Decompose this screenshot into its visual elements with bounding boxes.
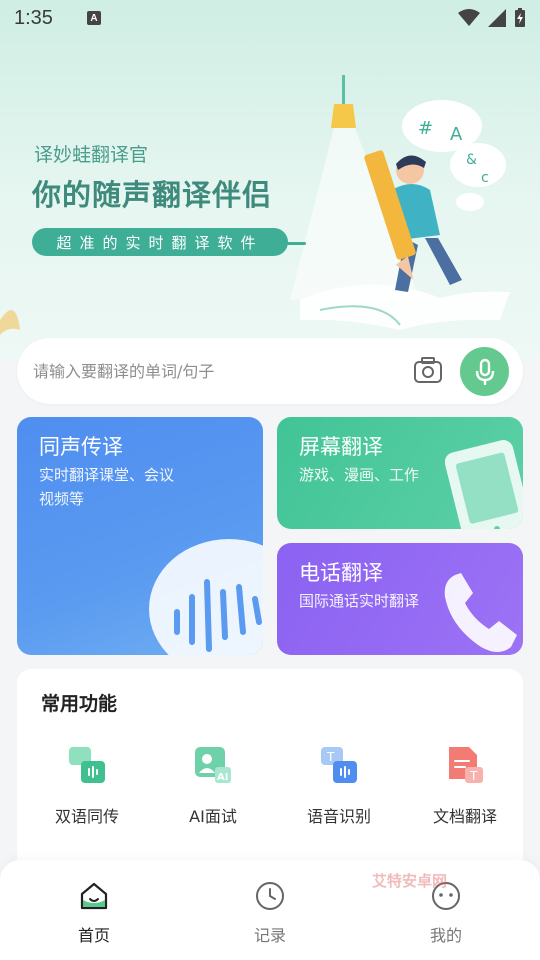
- voice-recognition-icon: T: [321, 747, 357, 783]
- nav-label: 我的: [429, 926, 462, 945]
- status-icons: [458, 8, 526, 28]
- wifi-icon: [458, 9, 480, 26]
- notification-badge: A: [86, 11, 101, 25]
- banner[interactable]: # A & c 译妙蛙翻译官 你的随声翻译伴侣 超准的实时翻译软件: [0, 0, 540, 360]
- function-label: 语音识别: [306, 807, 371, 826]
- banner-headline: 你的随声翻译伴侣: [32, 178, 273, 212]
- card-desc: 国际通话实时翻译: [299, 592, 420, 610]
- nav-label: 首页: [77, 926, 110, 945]
- battery-icon: [515, 8, 525, 27]
- svg-text:#: #: [418, 118, 433, 139]
- function-document-translate[interactable]: T 文档翻译: [405, 745, 525, 827]
- function-voice-recognition[interactable]: T 语音识别: [279, 745, 399, 827]
- tagline-decoration: [286, 242, 306, 245]
- function-label: AI面试: [189, 807, 237, 826]
- status-bar: 1:35 A: [0, 0, 540, 36]
- watermark-logo: 艾特安卓网: [372, 872, 448, 890]
- microphone-icon: [475, 358, 494, 385]
- phone-translation-card[interactable]: 电话翻译 国际通话实时翻译: [277, 543, 523, 655]
- ai-interview-icon: AI: [195, 747, 231, 783]
- svg-text:AI: AI: [217, 772, 228, 783]
- card-desc: 游戏、漫画、工作: [299, 466, 420, 484]
- camera-icon[interactable]: [413, 355, 443, 385]
- nav-records[interactable]: 记录: [220, 880, 320, 946]
- function-label: 文档翻译: [432, 807, 497, 826]
- simultaneous-interpretation-card[interactable]: 同声传译 实时翻译课堂、会议 视频等: [17, 417, 263, 655]
- function-ai-interview[interactable]: AI AI面试: [153, 745, 273, 827]
- svg-text:T: T: [326, 750, 335, 764]
- home-icon: [80, 882, 108, 910]
- records-icon: [256, 882, 284, 910]
- signal-icon: [488, 9, 506, 27]
- common-functions-heading: 常用功能: [41, 693, 118, 715]
- tablet-icon: [445, 440, 523, 529]
- card-desc-line1: 实时翻译课堂、会议: [39, 466, 175, 484]
- status-time: 1:35: [14, 6, 53, 29]
- card-title: 同声传译: [39, 435, 123, 459]
- function-bilingual[interactable]: 双语同传: [27, 745, 147, 827]
- banner-brand: 译妙蛙翻译官: [34, 144, 149, 166]
- card-desc-line2: 视频等: [39, 490, 85, 508]
- svg-text:T: T: [469, 769, 478, 783]
- search-bar[interactable]: [17, 338, 523, 404]
- card-title: 屏幕翻译: [299, 435, 383, 459]
- microphone-button[interactable]: [460, 347, 509, 396]
- bottom-navigation: 首页 记录 我的: [0, 860, 540, 960]
- svg-text:A: A: [450, 124, 463, 145]
- screen-translation-card[interactable]: 屏幕翻译 游戏、漫画、工作: [277, 417, 523, 529]
- soundwave-bubble-icon: [149, 539, 263, 655]
- nav-label: 记录: [253, 926, 286, 945]
- document-translate-icon: T: [449, 747, 483, 783]
- card-title: 电话翻译: [299, 561, 383, 585]
- phone-icon: [444, 573, 517, 652]
- bilingual-icon: [69, 747, 105, 783]
- banner-tagline: 超准的实时翻译软件: [32, 228, 288, 256]
- nav-home[interactable]: 首页: [44, 880, 144, 946]
- function-label: 双语同传: [54, 807, 119, 826]
- svg-text:&: &: [466, 152, 477, 168]
- common-functions-panel: 常用功能 双语同传 AI AI面试 T 语音识别 T 文档翻译: [17, 669, 523, 889]
- search-input[interactable]: [33, 361, 393, 381]
- svg-text:c: c: [481, 170, 489, 186]
